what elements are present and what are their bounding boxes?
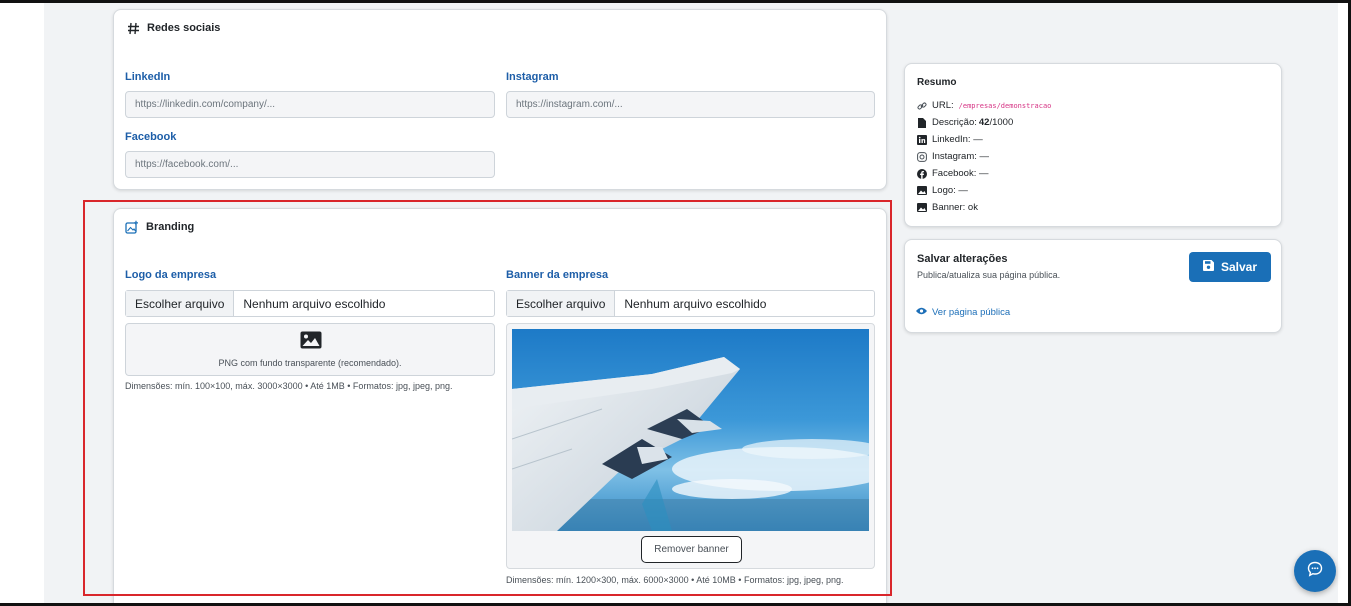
social-card-header: Redes sociais [126,21,220,35]
link-icon [917,101,927,111]
banner-preview: Remover banner [506,323,875,569]
linkedin-input[interactable]: https://linkedin.com/company/... [125,91,495,118]
image-icon [300,331,322,354]
summary-instagram-row: Instagram: — [917,148,1051,165]
summary-desc-label: Descrição: [932,117,977,128]
save-button[interactable]: Salvar [1189,252,1271,282]
facebook-icon [917,168,927,179]
summary-url-row: URL: /empresas/demonstracao [917,97,1051,114]
summary-logo-row: Logo: — [917,182,1051,199]
logo-preview-placeholder: PNG com fundo transparente (recomendado)… [125,323,495,376]
linkedin-icon [917,134,927,145]
summary-logo: Logo: — [932,185,968,196]
logo-file-input[interactable]: Escolher arquivo Nenhum arquivo escolhid… [125,290,495,317]
summary-banner-row: Banner: ok [917,199,1051,216]
facebook-label: Facebook [125,131,177,143]
summary-facebook: Facebook: — [932,168,989,179]
facebook-input[interactable]: https://facebook.com/... [125,151,495,178]
summary-url-label: URL: [932,100,954,111]
view-public-page-label: Ver página pública [932,307,1011,318]
logo-choose-file-button[interactable]: Escolher arquivo [126,291,235,316]
summary-linkedin-row: LinkedIn: — [917,131,1051,148]
summary-desc-max: /1000 [989,117,1014,128]
summary-url-value: /empresas/demonstracao [958,101,1052,110]
summary-linkedin: LinkedIn: — [932,134,983,145]
social-card-title: Redes sociais [147,22,221,34]
remove-banner-button[interactable]: Remover banner [641,536,742,563]
save-title: Salvar alterações [917,253,1008,265]
instagram-label: Instagram [506,71,559,83]
eye-icon [916,307,927,318]
linkedin-label: LinkedIn [125,71,171,83]
banner-image [512,329,869,531]
left-sidebar-strip [0,0,44,606]
banner-choose-file-button[interactable]: Escolher arquivo [507,291,616,316]
logo-placeholder-text: PNG com fundo transparente (recomendado)… [218,358,402,368]
banner-hint: Dimensões: mín. 1200×300, máx. 6000×3000… [506,575,844,585]
summary-title: Resumo [917,77,957,88]
instagram-icon [917,151,927,162]
save-subtitle: Publica/atualiza sua página pública. [917,270,1061,280]
logo-file-status: Nenhum arquivo escolhido [243,296,386,311]
chat-bubble-icon [1307,561,1323,582]
banner-file-input[interactable]: Escolher arquivo Nenhum arquivo escolhid… [506,290,875,317]
summary-desc-count: 42 [978,117,990,128]
logo-hint: Dimensões: mín. 100×100, máx. 3000×3000 … [125,381,453,391]
summary-facebook-row: Facebook: — [917,165,1051,182]
summary-description-row: Descrição: 42/1000 [917,114,1051,131]
summary-card: Resumo URL: /empresas/demonstracao Descr… [904,63,1282,227]
image-icon [917,186,927,196]
branding-card-title: Branding [146,221,195,233]
branding-card-header: Branding [125,220,194,234]
summary-list: URL: /empresas/demonstracao Descrição: 4… [917,97,1051,216]
file-icon [917,117,927,128]
instagram-input[interactable]: https://instagram.com/... [506,91,875,118]
image-icon [917,203,927,213]
chat-button[interactable] [1294,550,1336,592]
save-button-label: Salvar [1220,260,1258,274]
image-plus-icon [125,220,139,234]
floppy-disk-icon [1202,260,1214,274]
logo-label: Logo da empresa [125,269,217,281]
banner-label: Banner da empresa [506,269,609,281]
summary-banner: Banner: ok [932,202,978,213]
summary-instagram: Instagram: — [932,151,990,162]
banner-file-status: Nenhum arquivo escolhido [624,296,767,311]
hashtag-icon [126,21,140,35]
view-public-page-link[interactable]: Ver página pública [916,307,1010,318]
